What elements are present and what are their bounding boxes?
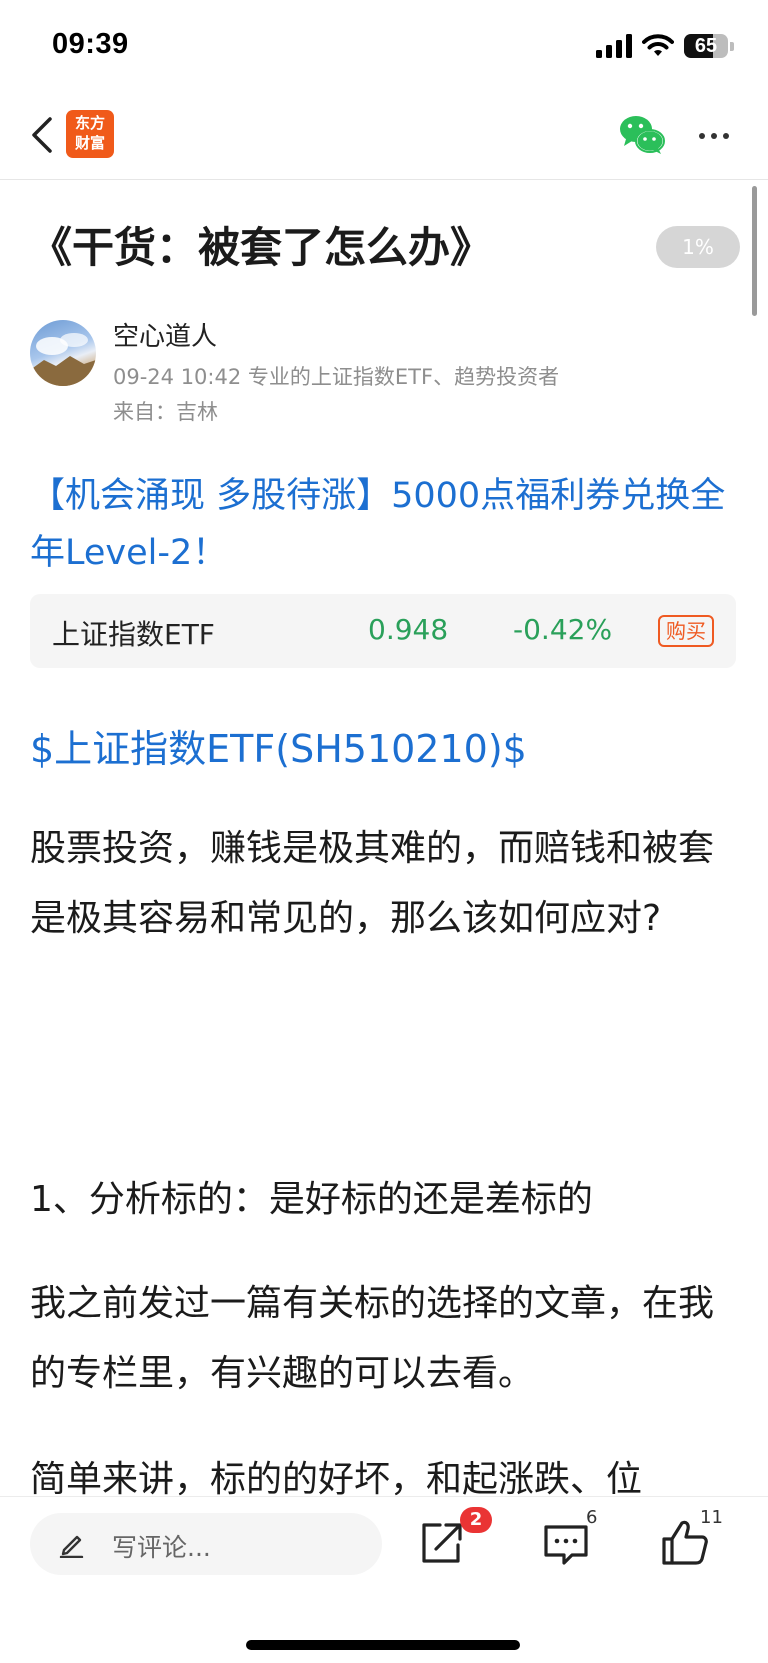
battery-percent: 65: [694, 35, 718, 57]
battery-cap: [730, 41, 734, 51]
status-bar: 09:39 65: [0, 0, 768, 92]
paragraph: 股票投资，赚钱是极其难的，而赔钱和被套是极其容易和常见的，那么该如何应对?: [30, 828, 715, 939]
likes-count: 11: [700, 1507, 723, 1528]
logo-line-1: 东方: [74, 114, 105, 132]
more-button[interactable]: [690, 114, 738, 158]
pencil-icon: [59, 1535, 84, 1558]
stock-quote-card[interactable]: 上证指数ETF 0.948 -0.42% 购买: [30, 594, 736, 668]
home-indicator[interactable]: [246, 1640, 520, 1650]
post-meta: 09-24 10:42 专业的上证指数ETF、趋势投资者: [113, 365, 560, 389]
stock-name: 上证指数ETF: [52, 618, 215, 651]
cellular-signal-icon: [596, 34, 632, 58]
more-dot: [699, 133, 705, 139]
wechat-icon: [620, 116, 665, 154]
status-time: 09:39: [52, 28, 129, 60]
stock-price: 0.948: [368, 613, 449, 646]
section-heading: 1、分析标的：是好标的还是差标的: [30, 1179, 593, 1220]
back-button[interactable]: [22, 110, 62, 160]
article-title: 《干货：被套了怎么办》: [30, 223, 493, 272]
read-progress-badge: 1%: [656, 226, 740, 268]
app-logo: 东方 财富: [66, 110, 114, 158]
scrollbar[interactable]: [752, 186, 757, 316]
nav-bar: 东方 财富: [0, 92, 768, 180]
comment-input[interactable]: 写评论...: [30, 1513, 382, 1575]
bottom-action-bar: 写评论... 2 6 11: [0, 1496, 768, 1663]
promo-link[interactable]: 【机会涌现 多股待涨】5000点福利券兑换全年Level-2！: [30, 468, 742, 582]
status-icons: 65: [596, 32, 734, 60]
author-avatar[interactable]: [30, 320, 96, 386]
paragraph: 我之前发过一篇有关标的选择的文章，在我的专栏里，有兴趣的可以去看。: [30, 1283, 715, 1394]
author-name[interactable]: 空心道人: [113, 316, 217, 353]
post-location: 来自：吉林: [113, 400, 218, 424]
wechat-share-button[interactable]: [618, 112, 666, 158]
share-count-badge: 2: [460, 1507, 492, 1533]
stock-tag-link[interactable]: $上证指数ETF(SH510210)$: [30, 718, 527, 773]
stock-change: -0.42%: [513, 613, 613, 646]
comments-count: 6: [586, 1507, 598, 1528]
chevron-left-icon: [32, 117, 52, 153]
logo-line-2: 财富: [74, 134, 105, 152]
comment-placeholder: 写评论...: [112, 1533, 211, 1562]
wifi-icon: [642, 34, 674, 56]
avatar-image: [30, 333, 96, 386]
more-dot: [723, 133, 729, 139]
more-dot: [711, 133, 717, 139]
battery-icon: 65: [684, 34, 728, 58]
buy-button[interactable]: 购买: [658, 615, 714, 647]
